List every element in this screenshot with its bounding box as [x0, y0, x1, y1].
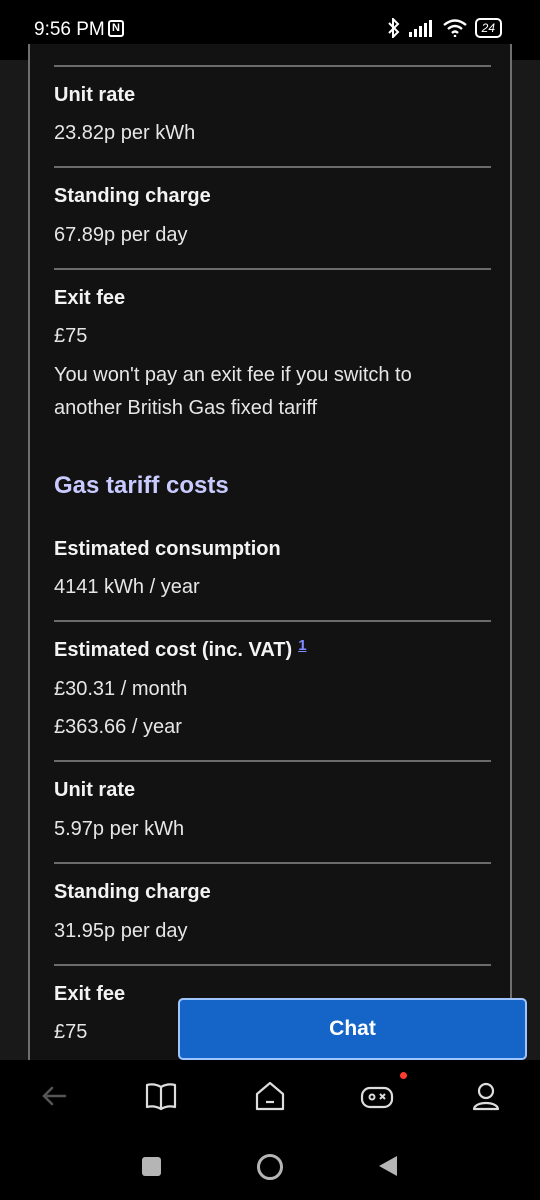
bluetooth-icon — [387, 18, 400, 38]
gas-cost-month: £30.31 / month — [54, 678, 188, 700]
electricity-standing-charge-value: 67.89p per day — [54, 224, 188, 246]
recents-icon[interactable] — [142, 1157, 161, 1176]
back-arrow-icon[interactable] — [37, 1080, 71, 1112]
wifi-icon — [442, 19, 467, 37]
gas-exit-fee-value: £75 — [54, 1021, 88, 1043]
gas-cost-label: Estimated cost (inc. VAT) 1 — [54, 637, 307, 662]
exit-fee-note-line2: another British Gas fixed tariff — [54, 397, 318, 419]
divider — [54, 760, 491, 762]
divider — [54, 620, 491, 622]
gas-cost-year: £363.66 / year — [54, 716, 182, 738]
gas-consumption-value: 4141 kWh / year — [54, 576, 200, 598]
gas-exit-fee-label: Exit fee — [54, 983, 126, 1005]
status-icons: 24 — [387, 18, 502, 38]
app-bottom-nav — [0, 1060, 540, 1130]
footnote-link[interactable]: 1 — [298, 637, 306, 654]
gas-standing-charge-value: 31.95p per day — [54, 920, 188, 942]
nfc-icon: N — [108, 20, 124, 37]
back-triangle-icon[interactable] — [378, 1155, 398, 1177]
signal-icon — [408, 20, 432, 37]
divider — [54, 964, 491, 966]
gas-consumption-label: Estimated consumption — [54, 538, 281, 560]
divider — [54, 166, 491, 168]
electricity-exit-fee-label: Exit fee — [54, 287, 126, 309]
electricity-unit-rate-value: 23.82p per kWh — [54, 122, 196, 144]
divider — [54, 65, 491, 67]
gamepad-icon[interactable] — [360, 1080, 394, 1112]
status-time: 9:56 PM — [34, 19, 105, 40]
gas-standing-charge-label: Standing charge — [54, 881, 211, 903]
chat-button[interactable]: Chat — [178, 998, 527, 1060]
profile-icon[interactable] — [469, 1080, 503, 1112]
home-icon[interactable] — [253, 1080, 287, 1112]
electricity-standing-charge-label: Standing charge — [54, 185, 211, 207]
tariff-details-panel[interactable]: Unit rate 23.82p per kWh Standing charge… — [28, 44, 512, 1060]
gas-unit-rate-label: Unit rate — [54, 779, 136, 801]
system-nav-bar — [0, 1130, 540, 1200]
home-circle-icon[interactable] — [257, 1154, 283, 1180]
gas-section-heading: Gas tariff costs — [54, 472, 229, 499]
divider — [54, 268, 491, 270]
gas-cost-label-text: Estimated cost (inc. VAT) — [54, 639, 293, 661]
electricity-exit-fee-value: £75 — [54, 325, 88, 347]
battery-indicator: 24 — [474, 18, 502, 38]
electricity-unit-rate-label: Unit rate — [54, 84, 136, 106]
book-icon[interactable] — [144, 1080, 178, 1112]
divider — [54, 862, 491, 864]
notification-dot — [400, 1072, 407, 1079]
exit-fee-note-line1: You won't pay an exit fee if you switch … — [54, 364, 412, 386]
gas-unit-rate-value: 5.97p per kWh — [54, 818, 185, 840]
